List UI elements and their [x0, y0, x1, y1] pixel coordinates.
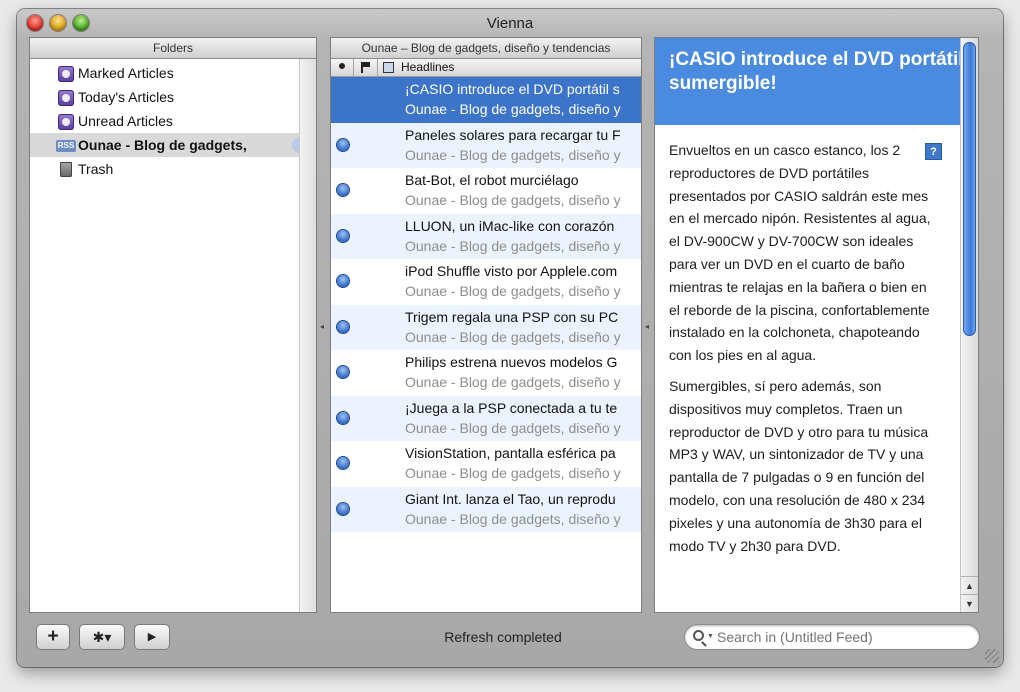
headline-title: LLUON, un iMac-like con corazón [405, 217, 615, 234]
headline-feed: Ounae - Blog de gadgets, diseño y [405, 510, 621, 527]
search-icon[interactable] [693, 630, 704, 641]
headline-title: Philips estrena nuevos modelos G [405, 354, 618, 370]
search-menu-chevron-icon[interactable]: ▼ [707, 633, 714, 640]
headlines-pane: Ounae – Blog de gadgets, diseño y tenden… [330, 37, 642, 613]
headline-feed: Ounae - Blog de gadgets, diseño y [405, 101, 621, 117]
unread-dot-icon[interactable] [337, 275, 349, 287]
headline-title: Paneles solares para recargar tu F [405, 126, 621, 143]
article-paragraph: Sumergibles, sí pero además, son disposi… [669, 377, 929, 554]
search-input[interactable] [717, 628, 967, 646]
play-button[interactable]: ▶ [134, 624, 170, 650]
folder-item[interactable]: Unread Articles [30, 109, 316, 133]
unread-dot-icon[interactable] [337, 411, 349, 424]
add-subscription-button[interactable]: + [36, 624, 70, 650]
help-icon[interactable]: ? [925, 143, 942, 160]
headline-feed: Ounae - Blog de gadgets, diseño y [405, 465, 621, 481]
headline-title: Bat-Bot, el robot murciélago [405, 172, 579, 188]
folder-label: Marked Articles [78, 65, 174, 81]
rss-icon: RSS [56, 140, 76, 152]
search-field[interactable]: ▼ [684, 624, 980, 650]
unread-dot-icon[interactable] [337, 366, 349, 378]
article-body: ? Envueltos en un casco estanco, los 2 r… [655, 125, 978, 557]
smart-folder-icon [58, 90, 74, 106]
article-title[interactable]: ¡CASIO introduce el DVD portátil sumergi… [655, 38, 978, 125]
headline-title: Trigem regala una PSP con su PC [405, 308, 619, 325]
action-menu-button[interactable]: ✱▾ [79, 624, 125, 650]
resize-grip-icon[interactable] [985, 649, 999, 663]
scroll-up-arrow-icon[interactable]: ▲ [961, 576, 978, 594]
trash-icon [60, 162, 72, 177]
folders-header: Folders [30, 38, 316, 59]
headline-row[interactable]: ¡Juega a la PSP conectada a tu te Ounae -… [331, 395, 641, 441]
feed-title-header: Ounae – Blog de gadgets, diseño y tenden… [331, 38, 641, 59]
vienna-window: Vienna Folders Marked Articles Today's Ar… [17, 9, 1003, 667]
headline-title: VisionStation, pantalla esférica pa [405, 445, 616, 461]
scroll-thumb[interactable] [963, 42, 976, 336]
headline-title: iPod Shuffle visto por Applele.com [405, 263, 618, 279]
folder-item[interactable]: RSS Ounae - Blog de gadgets, [30, 133, 316, 157]
smart-folder-icon [58, 114, 74, 130]
folder-item[interactable]: Marked Articles [30, 61, 316, 85]
headline-feed: Ounae - Blog de gadgets, diseño y [405, 237, 621, 254]
unread-dot-icon[interactable] [337, 502, 349, 515]
read-status-column-icon[interactable] [339, 63, 345, 69]
unread-dot-icon[interactable] [337, 320, 349, 333]
folder-list: Marked Articles Today's Articles Unread Ar… [30, 59, 316, 181]
headline-row[interactable]: Giant Int. lanza el Tao, un reprodu Ounae… [331, 486, 641, 532]
unread-dot-icon[interactable] [337, 229, 349, 242]
headline-feed: Ounae - Blog de gadgets, diseño y [405, 192, 621, 208]
folder-item[interactable]: Trash [30, 157, 316, 181]
scroll-down-arrow-icon[interactable]: ▼ [961, 594, 978, 612]
headline-row[interactable]: VisionStation, pantalla esférica pa Ounae… [331, 441, 641, 487]
headline-feed: Ounae - Blog de gadgets, diseño y [405, 419, 621, 436]
status-text: Refresh completed [444, 629, 562, 645]
article-pane: ¡CASIO introduce el DVD portátil sumergi… [654, 37, 979, 613]
headline-feed: Ounae - Blog de gadgets, diseño y [405, 283, 621, 299]
article-paragraph: Envueltos en un casco estanco, los 2 rep… [669, 142, 931, 364]
enclosure-column-icon[interactable] [383, 62, 394, 73]
unread-dot-icon[interactable] [337, 138, 349, 151]
headline-list: ¡CASIO introduce el DVD portátil s Ounae … [331, 77, 641, 532]
folders-splitter[interactable]: ◂ [317, 37, 329, 613]
article-splitter[interactable]: ◂ [642, 37, 654, 613]
folder-label: Today's Articles [78, 89, 175, 105]
unread-dot-icon[interactable] [337, 184, 349, 196]
article-scrollbar[interactable]: ▲ ▼ [960, 38, 978, 612]
folder-label: Unread Articles [78, 113, 173, 129]
folder-label: Ounae - Blog de gadgets, [78, 137, 247, 153]
headline-row[interactable]: LLUON, un iMac-like con corazón Ounae - B… [331, 213, 641, 259]
folders-scrollbar[interactable] [299, 59, 316, 612]
headline-feed: Ounae - Blog de gadgets, diseño y [405, 328, 621, 345]
splitter-handle-icon: ◂ [320, 322, 325, 331]
flag-column-icon[interactable] [361, 62, 371, 73]
unread-dot-icon[interactable] [337, 457, 349, 469]
title-bar[interactable]: Vienna [17, 9, 1003, 39]
folder-item[interactable]: Today's Articles [30, 85, 316, 109]
headline-feed: Ounae - Blog de gadgets, diseño y [405, 374, 621, 390]
headline-row[interactable]: Paneles solares para recargar tu F Ounae … [331, 122, 641, 168]
headline-row[interactable]: Philips estrena nuevos modelos G Ounae - … [331, 350, 641, 396]
headline-title: ¡CASIO introduce el DVD portátil s [405, 81, 620, 97]
window-title: Vienna [486, 15, 534, 32]
headline-row[interactable]: iPod Shuffle visto por Applele.com Ounae … [331, 259, 641, 305]
headline-row[interactable]: Bat-Bot, el robot murciélago Ounae - Blog… [331, 168, 641, 214]
smart-folder-icon [58, 66, 74, 82]
headline-title: Giant Int. lanza el Tao, un reprodu [405, 490, 616, 507]
folder-label: Trash [78, 161, 114, 177]
headlines-column-label[interactable]: Headlines [401, 60, 454, 74]
headline-row[interactable]: ¡CASIO introduce el DVD portátil s Ounae … [331, 77, 641, 123]
headline-title: ¡Juega a la PSP conectada a tu te [405, 399, 618, 416]
headline-feed: Ounae - Blog de gadgets, diseño y [405, 146, 621, 163]
folders-pane: Folders Marked Articles Today's Articles U… [29, 37, 317, 613]
headline-row[interactable]: Trigem regala una PSP con su PC Ounae - B… [331, 304, 641, 350]
headlines-column-header[interactable]: Headlines [331, 59, 641, 77]
splitter-handle-icon: ◂ [645, 322, 650, 331]
